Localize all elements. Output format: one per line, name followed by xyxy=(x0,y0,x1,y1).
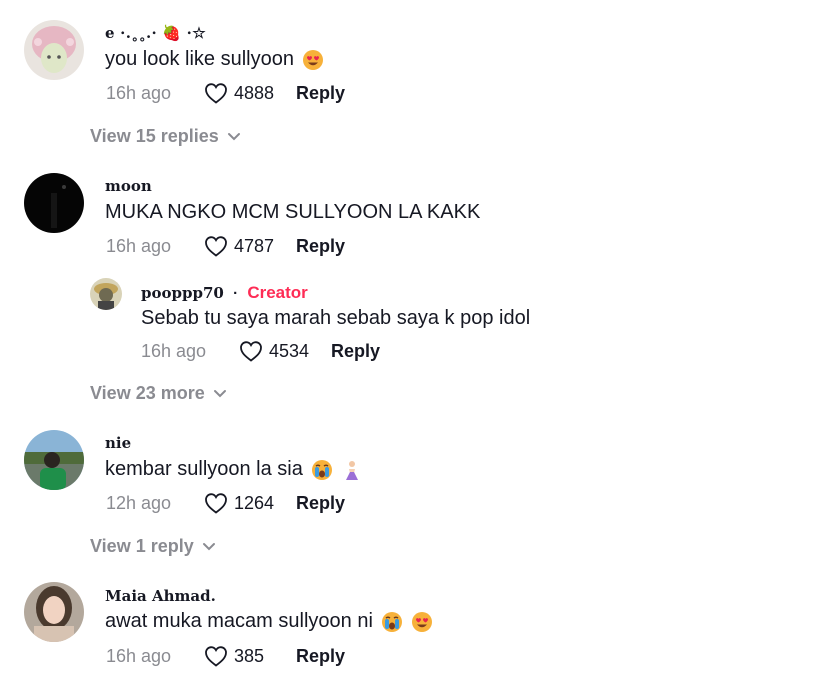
reply-body: Sebab tu saya marah sebab saya k pop ido… xyxy=(141,307,531,329)
like-button[interactable]: 4787 xyxy=(204,235,296,257)
reply-button[interactable]: Reply xyxy=(296,646,345,667)
heart-icon[interactable] xyxy=(239,340,263,362)
view-replies-label: View 1 reply xyxy=(90,536,194,556)
reply-username-line: pooppp70 · Creator xyxy=(141,283,308,303)
chevron-down-icon xyxy=(227,132,241,142)
comment-text: MUKA NGKO MCM SULLYOON LA KAKK xyxy=(105,201,480,224)
like-button[interactable]: 4534 xyxy=(239,340,331,362)
heart-icon[interactable] xyxy=(204,235,228,257)
comment-username[interactable]: moon xyxy=(105,177,152,195)
chevron-down-icon xyxy=(213,389,227,399)
reply-time: 16h ago xyxy=(141,340,207,361)
reply-text: Sebab tu saya marah sebab saya k pop ido… xyxy=(141,307,530,330)
like-count: 4888 xyxy=(234,82,275,103)
creator-badge: Creator xyxy=(247,283,308,302)
like-button[interactable]: 1264 xyxy=(204,492,296,514)
like-count: 4787 xyxy=(234,235,275,256)
like-count: 385 xyxy=(234,645,265,666)
comment-body: you look like sullyoon xyxy=(105,48,294,70)
reply-avatar[interactable] xyxy=(90,278,122,310)
comment-meta: 16h ago 385 Reply xyxy=(106,645,345,667)
chevron-down-icon xyxy=(202,542,216,552)
comment-body: MUKA NGKO MCM SULLYOON LA KAKK xyxy=(105,201,481,223)
avatar[interactable] xyxy=(24,430,84,490)
like-count: 1264 xyxy=(234,492,275,513)
comment-time: 16h ago xyxy=(106,82,172,103)
reply-button[interactable]: Reply xyxy=(331,341,380,362)
reply-username[interactable]: pooppp70 xyxy=(141,284,224,302)
comment-username[interactable]: e ⋅.˳˳.⋅ 🍓 ⋅☆ xyxy=(105,24,206,42)
comment-body: awat muka macam sullyoon ni xyxy=(105,610,373,632)
comment-meta: 12h ago 1264 Reply xyxy=(106,492,345,514)
comment-text: you look like sullyoon xyxy=(105,48,324,71)
view-replies-button[interactable]: View 1 reply xyxy=(90,536,216,557)
comment-username[interactable]: Maia Ahmad. xyxy=(105,587,216,605)
avatar[interactable] xyxy=(24,582,84,642)
reply-button[interactable]: Reply xyxy=(296,83,345,104)
like-button[interactable]: 385 xyxy=(204,645,296,667)
view-replies-button[interactable]: View 15 replies xyxy=(90,126,241,147)
reply-meta: 16h ago 4534 Reply xyxy=(141,340,380,362)
view-more-button[interactable]: View 23 more xyxy=(90,383,227,404)
reply-button[interactable]: Reply xyxy=(296,493,345,514)
comment-meta: 16h ago 4787 Reply xyxy=(106,235,345,257)
comment-text: kembar sullyoon la sia xyxy=(105,458,363,481)
comment-time: 12h ago xyxy=(106,492,172,513)
heart-icon[interactable] xyxy=(204,645,228,667)
separator-dot: · xyxy=(233,285,239,302)
heart-icon[interactable] xyxy=(204,82,228,104)
crying-face-emoji-icon xyxy=(311,459,333,481)
heart-eyes-emoji-icon xyxy=(411,611,433,633)
view-replies-label: View 15 replies xyxy=(90,126,219,146)
avatar[interactable] xyxy=(24,20,84,80)
like-button[interactable]: 4888 xyxy=(204,82,296,104)
comment-username[interactable]: nie xyxy=(105,434,131,452)
heart-eyes-emoji-icon xyxy=(302,49,324,71)
view-more-label: View 23 more xyxy=(90,383,205,403)
heart-icon[interactable] xyxy=(204,492,228,514)
comment-meta: 16h ago 4888 Reply xyxy=(106,82,345,104)
comment-time: 16h ago xyxy=(106,235,172,256)
reply-button[interactable]: Reply xyxy=(296,236,345,257)
like-count: 4534 xyxy=(269,340,310,361)
crying-face-emoji-icon xyxy=(381,611,403,633)
comment-body: kembar sullyoon la sia xyxy=(105,458,303,480)
dancer-emoji-icon xyxy=(341,459,363,481)
avatar[interactable] xyxy=(24,173,84,233)
comment-text: awat muka macam sullyoon ni xyxy=(105,610,433,633)
comment-time: 16h ago xyxy=(106,645,172,666)
